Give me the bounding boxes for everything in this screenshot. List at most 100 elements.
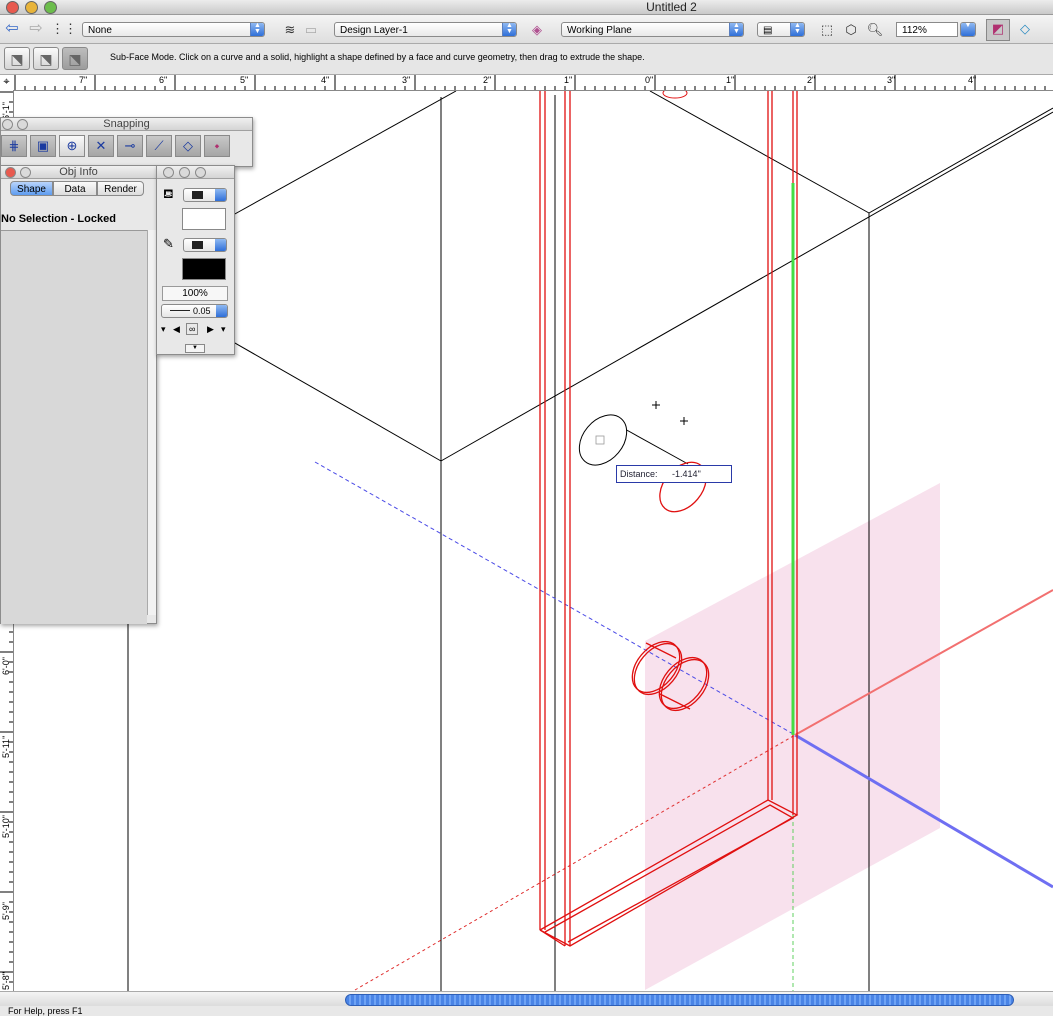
fill-style-popup[interactable] xyxy=(183,188,227,202)
link-markers-icon[interactable]: ∞ xyxy=(186,323,199,335)
top-ellipse-arc xyxy=(662,91,688,99)
class-popup-value: None xyxy=(88,25,112,36)
working-plane-popup[interactable]: Working Plane ▲ ▼ xyxy=(561,22,744,37)
layer-options-icon[interactable]: ▭ xyxy=(302,21,320,39)
ruler-label: 1" xyxy=(564,75,573,85)
ruler-label: 4" xyxy=(968,75,977,85)
ruler-ticks xyxy=(14,75,1046,90)
end-marker-icon[interactable]: ▶ xyxy=(207,322,214,336)
ruler-label: 0" xyxy=(645,75,654,85)
fill-style-swatch xyxy=(192,191,203,199)
scrollbar-thumb[interactable] xyxy=(345,994,1014,1006)
smart-points-button[interactable]: ✕ xyxy=(88,135,114,157)
ruler-label: 5'-9" xyxy=(1,902,11,920)
smart-edge-button[interactable]: ⊸ xyxy=(117,135,143,157)
attributes-title-bar[interactable] xyxy=(157,166,234,179)
render-mode-icon[interactable]: ⬚ xyxy=(818,21,836,39)
tab-shape[interactable]: Shape xyxy=(10,181,53,196)
snapping-palette: Snapping ⋕ ▣ ⊕ ✕ ⊸ ⟋ ◇ ⬩ xyxy=(0,117,253,167)
chevron-down-icon xyxy=(215,189,226,201)
fill-color-swatch[interactable] xyxy=(182,208,226,230)
selection-status: No Selection - Locked xyxy=(1,213,116,225)
window-title: Untitled 2 xyxy=(646,0,697,14)
popup-arrow-icon: ▲ ▼ xyxy=(250,23,264,36)
layer-popup[interactable]: Design Layer-1 ▲ ▼ xyxy=(334,22,517,37)
close-palette-button[interactable] xyxy=(2,119,13,130)
ruler-label: 6" xyxy=(159,75,168,85)
view-popup[interactable]: ▤ ▲ ▼ xyxy=(757,22,805,37)
snapping-palette-title-bar[interactable]: Snapping xyxy=(1,118,252,131)
attributes-palette: ⛾ ✎ 100% 0.05 ▾ ◀ ∞ ▶ ▾ ▼ xyxy=(156,165,235,355)
start-marker-icon[interactable]: ◀ xyxy=(173,322,180,336)
line-weight-value: 0.05 xyxy=(193,306,211,316)
obj-info-body xyxy=(1,230,147,624)
collapse-palette-button[interactable] xyxy=(17,119,28,130)
snapping-palette-title: Snapping xyxy=(103,118,150,130)
class-popup[interactable]: None ▲ ▼ xyxy=(82,22,265,37)
obj-info-palette: Obj Info Shape Data Render No Selection … xyxy=(0,165,157,624)
tab-data[interactable]: Data xyxy=(53,181,97,196)
chevron-down-icon: ▼ xyxy=(961,23,975,36)
ruler-origin-icon[interactable]: ⌖ xyxy=(0,75,14,91)
layers-icon[interactable]: ≋ xyxy=(281,21,299,39)
chevron-down-icon[interactable]: ▾ xyxy=(161,322,166,336)
view-toolbar: ⇦ ⇨ ⋮⋮ None ▲ ▼ ≋ ▭ Design Layer-1 ▲ ▼ ◈ W… xyxy=(0,15,1053,44)
flyover-view-icon[interactable]: ◇ xyxy=(1016,20,1034,38)
obj-info-title: Obj Info xyxy=(59,166,98,178)
collapse-palette-button[interactable] xyxy=(179,167,190,178)
mode-hint-text: Sub-Face Mode. Click on a curve and a so… xyxy=(110,52,645,62)
plane-mode-icon[interactable]: ◈ xyxy=(528,21,546,39)
line-weight-icon xyxy=(170,310,190,311)
ruler-label: 2" xyxy=(483,75,492,85)
mode-bar: ⬔ ⬔ ⬔ Sub-Face Mode. Click on a curve an… xyxy=(0,44,1053,75)
horizontal-scrollbar[interactable] xyxy=(0,991,1053,1006)
fill-bucket-icon: ⛾ xyxy=(163,186,174,201)
solid-mode-button[interactable]: ⬔ xyxy=(33,47,59,70)
back-arrow-icon[interactable]: ⇦ xyxy=(3,20,21,38)
class-navigation-icon[interactable]: ⋮⋮ xyxy=(51,20,77,38)
snap-to-working-plane-button[interactable]: ⬩ xyxy=(204,135,230,157)
cursor-crosshair-icon xyxy=(652,401,688,425)
standard-view-icon[interactable]: ◩ xyxy=(986,19,1010,41)
working-plane-popup-value: Working Plane xyxy=(567,25,632,36)
curve-ellipse xyxy=(578,414,628,466)
tab-render[interactable]: Render xyxy=(97,181,144,196)
ruler-label: 3" xyxy=(887,75,896,85)
distance-value: -1.414" xyxy=(672,469,701,479)
zoom-field[interactable]: 112% xyxy=(896,22,958,37)
line-weight-popup[interactable]: 0.05 xyxy=(161,304,228,318)
status-bar: For Help, press F1 xyxy=(0,1006,1053,1016)
markers-row: ▾ ◀ ∞ ▶ ▾ xyxy=(159,322,231,336)
snap-to-object-button[interactable]: ▣ xyxy=(30,135,56,157)
obj-info-scrollbar[interactable] xyxy=(147,230,156,615)
snap-to-tangent-button[interactable]: ◇ xyxy=(175,135,201,157)
collapse-palette-button[interactable] xyxy=(20,167,31,178)
popup-arrow-icon: ▲ ▼ xyxy=(729,23,743,36)
title-bar: Untitled 2 xyxy=(0,0,1053,15)
snap-to-distance-button[interactable]: ⟋ xyxy=(146,135,172,157)
ruler-label: 2" xyxy=(807,75,816,85)
projection-icon[interactable]: ⬡ xyxy=(842,21,860,39)
popup-arrow-icon: ▲ ▼ xyxy=(502,23,516,36)
zoom-icon[interactable]: 🔍︎ xyxy=(866,21,884,39)
close-palette-button[interactable] xyxy=(163,167,174,178)
chevron-down-icon[interactable]: ▾ xyxy=(221,322,226,336)
snap-to-angle-button[interactable]: ⊕ xyxy=(59,135,85,157)
forward-arrow-icon[interactable]: ⇨ xyxy=(27,20,45,38)
expand-palette-button[interactable]: ▼ xyxy=(185,344,205,353)
zoom-palette-button[interactable] xyxy=(195,167,206,178)
ruler-label: 7" xyxy=(79,75,88,85)
ruler-label: 5'-8" xyxy=(1,972,11,990)
opacity-field[interactable]: 100% xyxy=(162,286,228,301)
face-mode-button[interactable]: ⬔ xyxy=(4,47,30,70)
zoom-popup-button[interactable]: ▼ xyxy=(960,22,976,37)
snap-to-grid-button[interactable]: ⋕ xyxy=(1,135,27,157)
projected-ellipse xyxy=(659,461,707,513)
pen-color-swatch[interactable] xyxy=(182,258,226,280)
chevron-down-icon xyxy=(215,239,226,251)
close-palette-button[interactable] xyxy=(5,167,16,178)
obj-info-title-bar[interactable]: Obj Info xyxy=(1,166,156,179)
ruler-label: 5'-11" xyxy=(1,735,11,758)
pen-style-popup[interactable] xyxy=(183,238,227,252)
sub-face-mode-button[interactable]: ⬔ xyxy=(62,47,88,70)
